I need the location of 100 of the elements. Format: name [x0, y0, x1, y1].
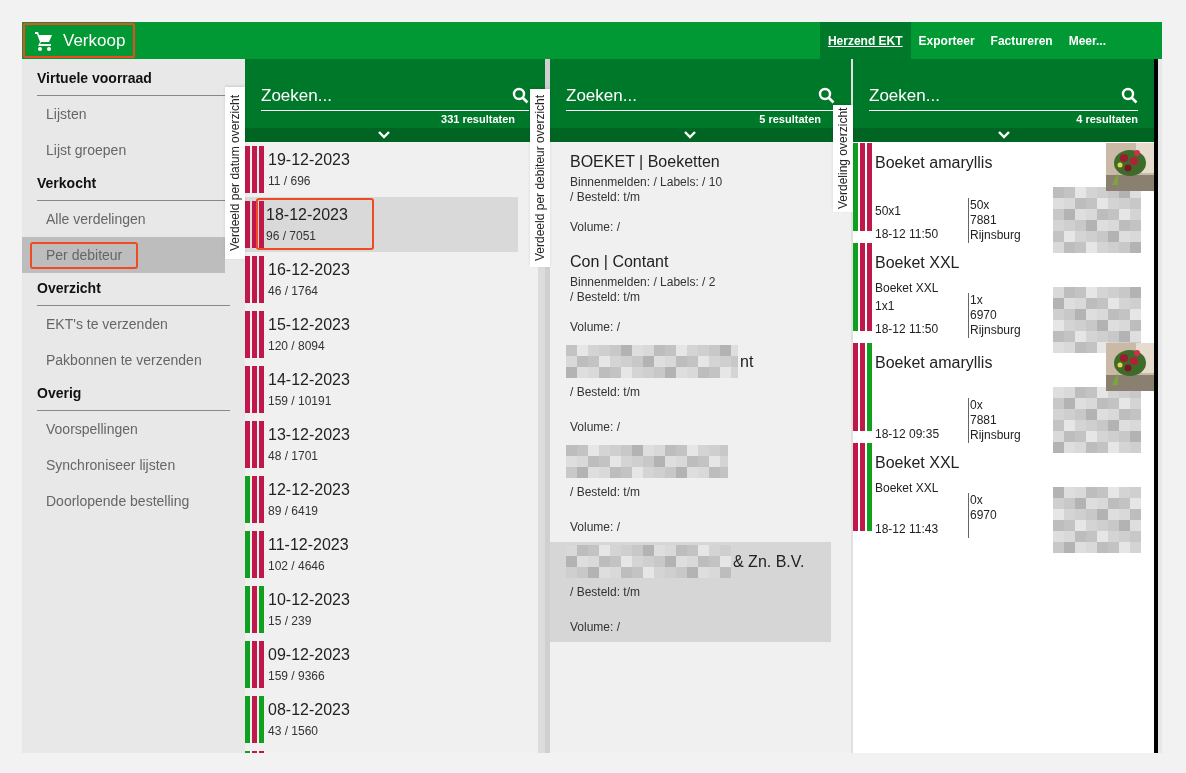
- date-row[interactable]: 13-12-2023 48 / 1701: [245, 416, 518, 472]
- date-label: 11-12-2023: [268, 535, 349, 555]
- count-label: 120 / 8094: [268, 338, 326, 355]
- detail-text: 50x: [970, 197, 991, 213]
- detail-text: / Besteld: t/m: [570, 384, 642, 400]
- time-text: 18-12 11:50: [875, 225, 940, 243]
- side-tab[interactable]: Verdeeld per datum overzicht: [225, 87, 245, 259]
- sidebar-item[interactable]: Doorlopende bestelling: [22, 483, 225, 519]
- detail-text: / Besteld: t/m: [570, 189, 642, 205]
- date-row[interactable]: 11-12-2023 102 / 4646: [245, 526, 518, 582]
- detail-text: Rijnsburg: [970, 427, 1021, 443]
- detail-text: / Besteld: t/m: [570, 289, 642, 305]
- date-row[interactable]: 10-12-2023 15 / 239: [245, 581, 518, 637]
- detail-text: 0x: [970, 397, 984, 413]
- detail-text: 0x: [970, 492, 984, 508]
- detail-text: 6970: [970, 307, 998, 323]
- sidebar-item[interactable]: EKT's te verzenden: [22, 306, 225, 342]
- chevron-down-icon: [997, 130, 1010, 139]
- date-label: 14-12-2023: [268, 370, 350, 390]
- detail-text: 1x: [970, 292, 984, 308]
- result-count: 331 resultaten: [441, 111, 515, 127]
- count-label: 11 / 696: [268, 173, 312, 190]
- debtor-row[interactable]: nt / Besteld: t/m Volume: /: [550, 341, 831, 442]
- date-row[interactable]: 19-12-2023 11 / 696: [245, 141, 518, 197]
- quantity-text: 50x1: [875, 203, 902, 218]
- debtor-title: & Zn. B.V.: [733, 551, 805, 572]
- section-heading: Overig: [37, 378, 230, 411]
- item-subtitle: Boeket XXL: [875, 280, 939, 295]
- count-label: 48 / 1701: [268, 448, 320, 465]
- time-text: 18-12 11:50: [875, 320, 940, 338]
- date-row[interactable]: 15-12-2023 120 / 8094: [245, 306, 518, 362]
- time-text: 18-12 11:43: [875, 520, 940, 538]
- detail-text: 7881: [970, 412, 998, 428]
- nav-link[interactable]: Factureren: [982, 22, 1061, 59]
- search-icon: [1121, 87, 1138, 105]
- debtor-row[interactable]: BOEKET | Boeketten Binnenmelden: / Labels: / 10 / Besteld: t/m Volume: /: [550, 141, 831, 242]
- item-subtitle: Boeket XXL: [875, 480, 939, 495]
- quantity-text: 1x1: [875, 298, 895, 313]
- debtor-row[interactable]: & Zn. B.V. / Besteld: t/m Volume: /: [550, 541, 831, 642]
- time-text: 18-12 09:35: [875, 425, 941, 443]
- date-label: 19-12-2023: [268, 150, 350, 170]
- cart-icon: [33, 29, 55, 52]
- date-row[interactable]: 09-12-2023 159 / 9366: [245, 636, 518, 692]
- volume-text: Volume: /: [570, 418, 621, 436]
- sidebar-item[interactable]: Pakbonnen te verzenden: [22, 342, 225, 378]
- item-title: Boeket amaryllis: [875, 352, 993, 373]
- detail-text: / Besteld: t/m: [570, 484, 642, 500]
- detail-text: Rijnsburg: [970, 227, 1021, 243]
- debtor-row[interactable]: Con | Contant Binnenmelden: / Labels: / 2 / Besteld: t/m Volume: /: [550, 241, 831, 342]
- search-icon: [512, 87, 529, 105]
- sidebar-item[interactable]: Lijst groepen: [22, 132, 225, 168]
- date-label: 12-12-2023: [268, 480, 350, 500]
- date-row[interactable]: 18-12-2023 96 / 7051: [245, 196, 518, 252]
- date-label: 10-12-2023: [268, 590, 350, 610]
- app-brand[interactable]: Verkoop: [23, 23, 136, 58]
- item-title: Boeket XXL: [875, 452, 960, 473]
- detail-text: Binnenmelden: / Labels: / 2: [570, 274, 717, 290]
- chevron-down-icon: [378, 130, 390, 139]
- sidebar-item[interactable]: Synchroniseer lijsten: [22, 447, 225, 483]
- date-row[interactable]: 14-12-2023 159 / 10191: [245, 361, 518, 417]
- date-row[interactable]: 12-12-2023 89 / 6419: [245, 471, 518, 527]
- date-row[interactable]: 08-12-2023 43 / 1560: [245, 691, 518, 747]
- debtor-title: nt: [740, 351, 754, 372]
- debtor-title: Con | Contant: [570, 251, 669, 272]
- date-label: 15-12-2023: [268, 315, 350, 335]
- count-label: 43 / 1560: [268, 723, 320, 740]
- volume-text: Volume: /: [570, 318, 621, 336]
- count-label: 102 / 4646: [268, 558, 326, 575]
- detail-text: 6970: [970, 507, 997, 523]
- date-label: 16-12-2023: [268, 260, 350, 280]
- date-row[interactable]: 16-12-2023 46 / 1764: [245, 251, 518, 307]
- detail-text: / Besteld: t/m: [570, 584, 642, 600]
- count-label: 159 / 9366: [268, 668, 326, 685]
- debtor-title: BOEKET | Boeketten: [570, 151, 720, 172]
- sidebar-item[interactable]: Alle verdelingen: [22, 201, 225, 237]
- item-title: Boeket XXL: [875, 252, 960, 273]
- nav-link[interactable]: Herzend EKT: [819, 22, 911, 59]
- nav-link[interactable]: Meer...: [1060, 22, 1114, 59]
- count-label: 159 / 10191: [268, 393, 333, 410]
- app-title: Verkoop: [63, 29, 126, 52]
- count-label: 96 / 7051: [266, 228, 318, 245]
- side-tab[interactable]: Verdeeld per debiteur overzicht: [530, 89, 550, 267]
- detail-text: Binnenmelden: / Labels: / 10: [570, 174, 724, 190]
- count-label: 46 / 1764: [268, 283, 320, 300]
- volume-text: Volume: /: [570, 618, 621, 636]
- debtor-row[interactable]: / Besteld: t/m Volume: /: [550, 441, 831, 542]
- section-heading: Overzicht: [37, 273, 230, 306]
- result-count: 5 resultaten: [759, 111, 821, 127]
- side-tab[interactable]: Verdeling overzicht: [833, 105, 853, 212]
- detail-text: Rijnsburg: [970, 322, 1021, 338]
- date-label: 09-12-2023: [268, 645, 350, 665]
- date-label: 08-12-2023: [268, 700, 350, 720]
- chevron-down-icon: [683, 130, 696, 139]
- nav-link[interactable]: Exporteer: [910, 22, 983, 59]
- date-label: 13-12-2023: [268, 425, 350, 445]
- sidebar-item[interactable]: Voorspellingen: [22, 411, 225, 447]
- sidebar-item[interactable]: Lijsten: [22, 96, 225, 132]
- date-label: 18-12-2023: [266, 205, 348, 225]
- item-title: Boeket amaryllis: [875, 152, 993, 173]
- volume-text: Volume: /: [570, 518, 621, 536]
